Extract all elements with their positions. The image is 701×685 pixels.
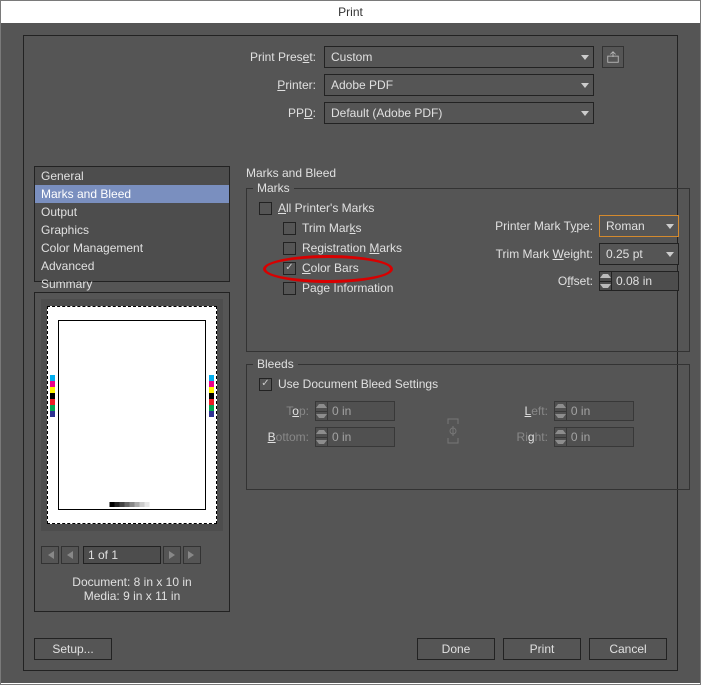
trim-marks-label: Trim Marks: [302, 221, 362, 235]
category-list[interactable]: GeneralMarks and BleedOutputGraphicsColo…: [34, 166, 230, 282]
use-document-bleed-checkbox[interactable]: [259, 378, 272, 391]
printer-mark-type-dropdown[interactable]: Roman: [599, 215, 679, 237]
page-information-label: Page Information: [302, 281, 393, 295]
chevron-down-icon: [666, 224, 674, 229]
trim-mark-weight-label: Trim Mark Weight:: [496, 247, 593, 261]
done-button[interactable]: Done: [417, 638, 495, 660]
last-page-button[interactable]: [183, 546, 201, 564]
dialog-title: Print: [1, 1, 700, 23]
offset-label: Offset:: [558, 274, 593, 288]
category-item-general[interactable]: General: [35, 167, 229, 185]
ppd-label: PPD:: [44, 106, 324, 120]
bleeds-group-label: Bleeds: [253, 357, 298, 371]
chevron-down-icon: [581, 111, 589, 116]
print-button[interactable]: Print: [503, 638, 581, 660]
print-preset-label: Print Preset:: [44, 50, 324, 64]
bleed-bottom-field: 0 in: [315, 427, 395, 447]
bleed-top-field: 0 in: [315, 401, 395, 421]
all-printers-marks-label: All Printer's Marks: [278, 201, 374, 215]
page-information-checkbox[interactable]: [283, 282, 296, 295]
printer-mark-type-label: Printer Mark Type:: [495, 219, 593, 233]
marks-group-label: Marks: [253, 181, 294, 195]
cancel-button[interactable]: Cancel: [589, 638, 667, 660]
document-size-label: Document: 8 in x 10 in: [35, 575, 229, 589]
color-bars-checkbox[interactable]: [283, 262, 296, 275]
preview-panel: 1 of 1 Document: 8 in x 10 in Media: 9 i…: [34, 292, 230, 612]
offset-field[interactable]: 0.08 in: [599, 271, 679, 291]
save-preset-button[interactable]: [602, 46, 624, 68]
bleed-left-label: Left:: [498, 404, 548, 418]
setup-button[interactable]: Setup...: [34, 638, 112, 660]
category-item-graphics[interactable]: Graphics: [35, 221, 229, 239]
media-size-label: Media: 9 in x 11 in: [35, 589, 229, 603]
category-item-advanced[interactable]: Advanced: [35, 257, 229, 275]
printer-dropdown[interactable]: Adobe PDF: [324, 74, 594, 96]
next-page-button[interactable]: [163, 546, 181, 564]
chevron-down-icon: [581, 55, 589, 60]
bleed-right-field: 0 in: [554, 427, 634, 447]
color-bars-label: Color Bars: [302, 261, 359, 275]
dialog-frame: Print Preset: Custom Printer: Adobe PDF …: [23, 35, 678, 671]
page-indicator-field[interactable]: 1 of 1: [83, 546, 161, 564]
bleeds-group: Bleeds Use Document Bleed Settings Top:0…: [246, 364, 690, 490]
trim-mark-weight-dropdown[interactable]: 0.25 pt: [599, 243, 679, 265]
all-printers-marks-checkbox[interactable]: [259, 202, 272, 215]
category-item-color-management[interactable]: Color Management: [35, 239, 229, 257]
prev-page-button[interactable]: [61, 546, 79, 564]
page-preview: [41, 299, 223, 531]
bleed-left-field: 0 in: [554, 401, 634, 421]
trim-marks-checkbox[interactable]: [283, 222, 296, 235]
save-preset-icon: [606, 50, 620, 64]
chevron-down-icon: [666, 252, 674, 257]
first-page-button[interactable]: [41, 546, 59, 564]
registration-marks-checkbox[interactable]: [283, 242, 296, 255]
category-item-output[interactable]: Output: [35, 203, 229, 221]
chevron-down-icon: [581, 83, 589, 88]
section-title: Marks and Bleed: [246, 166, 336, 180]
bleed-bottom-label: Bottom:: [259, 430, 309, 444]
category-item-summary[interactable]: Summary: [35, 275, 229, 293]
bleed-right-label: Right:: [498, 430, 548, 444]
bleed-top-label: Top:: [259, 404, 309, 418]
marks-group: Marks All Printer's Marks Trim Marks Reg…: [246, 188, 690, 352]
link-icon: [438, 409, 468, 453]
print-preset-dropdown[interactable]: Custom: [324, 46, 594, 68]
ppd-dropdown[interactable]: Default (Adobe PDF): [324, 102, 594, 124]
use-document-bleed-label: Use Document Bleed Settings: [278, 377, 438, 391]
registration-marks-label: Registration Marks: [302, 241, 402, 255]
category-item-marks-and-bleed[interactable]: Marks and Bleed: [35, 185, 229, 203]
printer-label: Printer:: [44, 78, 324, 92]
